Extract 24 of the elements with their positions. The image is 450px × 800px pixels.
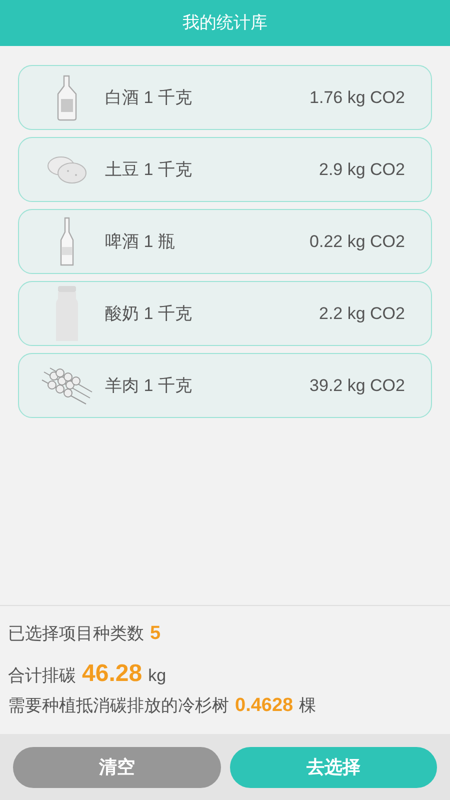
emission-value: 1.76 kg CO2 bbox=[310, 86, 405, 109]
bottle-icon bbox=[59, 216, 75, 266]
item-card[interactable]: 啤酒 1 瓶 0.22 kg CO2 bbox=[18, 209, 432, 274]
item-card[interactable]: 白酒 1 千克 1.76 kg CO2 bbox=[18, 65, 432, 130]
emission-value: 39.2 kg CO2 bbox=[310, 374, 405, 397]
item-card[interactable]: 土豆 1 千克 2.9 kg CO2 bbox=[18, 137, 432, 202]
item-label: 羊肉 1 千克 bbox=[105, 374, 193, 397]
item-card[interactable]: 羊肉 1 千克 39.2 kg CO2 bbox=[18, 353, 432, 418]
item-label: 白酒 1 千克 bbox=[105, 86, 193, 109]
bottle-icon bbox=[56, 74, 78, 120]
item-label: 啤酒 1 瓶 bbox=[105, 230, 176, 253]
item-label: 土豆 1 千克 bbox=[105, 158, 193, 181]
item-card[interactable]: 酸奶 1 千克 2.2 kg CO2 bbox=[18, 281, 432, 346]
summary-line: 已选择项目种类数 5 bbox=[8, 622, 162, 646]
emission-value: 2.2 kg CO2 bbox=[319, 302, 405, 325]
emission-value: 0.22 kg CO2 bbox=[310, 230, 405, 253]
page-title: 我的统计库 bbox=[182, 12, 268, 34]
summary-line: 合计排碳 46.28 kg bbox=[8, 659, 168, 688]
jar-icon bbox=[55, 284, 79, 342]
emission-value: 2.9 kg CO2 bbox=[319, 158, 405, 181]
skewer-icon bbox=[40, 366, 94, 406]
summary-line: 需要种植抵消碳排放的冷杉树 0.4628 棵 bbox=[8, 694, 318, 718]
item-label: 酸奶 1 千克 bbox=[105, 302, 193, 325]
potato-icon bbox=[46, 154, 88, 184]
